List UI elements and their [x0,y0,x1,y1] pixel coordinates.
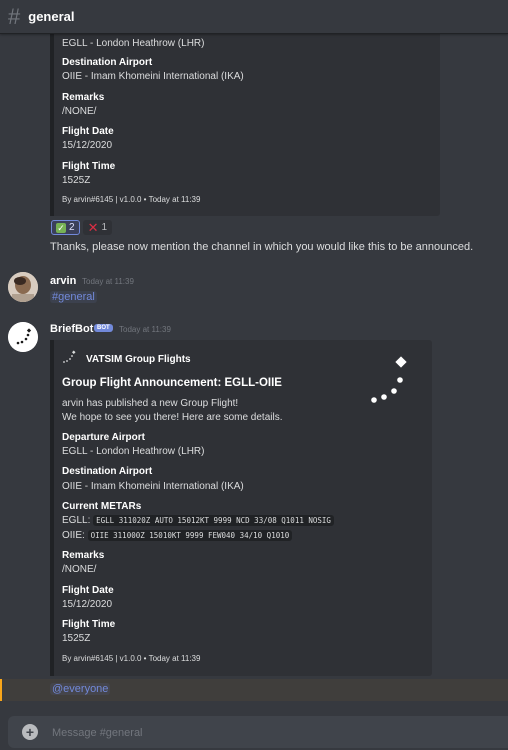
departure-value: EGLL - London Heathrow (LHR) [62,38,205,49]
flight-date-label: Flight Date [62,126,114,137]
flight-time-label: Flight Time [62,161,116,172]
metar-oiie-row: OIIE: OIIE 311000Z 15010KT 9999 FEW040 3… [62,530,293,541]
embed-footer: By arvin#6145 | v1.0.0 • Today at 11:39 [62,195,201,204]
flight-time-label: Flight Time [62,619,116,630]
destination-label: Destination Airport [62,466,153,477]
remarks-value: /NONE/ [62,564,97,575]
vatsim-logo-thumbnail [371,356,407,403]
flight-date-value: 15/12/2020 [62,140,113,151]
flight-time-value: 1525Z [62,633,91,644]
remarks-label: Remarks [62,550,105,561]
embed-footer: By arvin#6145 | v1.0.0 • Today at 11:39 [62,654,201,663]
metar-egll-label: EGLL: [62,515,91,526]
cross-mark-icon: ✕ [87,220,99,235]
channel-mention[interactable]: #general [50,291,97,303]
channel-name[interactable]: general [28,9,74,24]
flight-date-label: Flight Date [62,585,114,596]
bot-username[interactable]: BriefBot [50,323,93,335]
destination-label: Destination Airport [62,57,153,68]
message-input[interactable] [50,722,494,744]
flight-time-value: 1525Z [62,175,91,186]
bot-avatar[interactable] [8,322,38,352]
embed-author[interactable]: VATSIM Group Flights [86,354,191,365]
announcement-embed: VATSIM Group Flights Group Flight Announ… [50,340,432,676]
embed-description: arvin has published a new Group Flight! [62,398,239,409]
metar-egll-row: EGLL: EGLL 311020Z AUTO 15012KT 9999 NCD… [62,515,334,526]
check-mark-icon: ✓ [56,222,66,233]
everyone-message: @everyone [50,683,111,695]
embed-title: Group Flight Announcement: EGLL-OIIE [62,377,282,389]
channel-hash-icon: # [8,3,21,29]
metar-oiie: OIIE 311000Z 15010KT 9999 FEW040 34/10 Q… [87,530,293,541]
timestamp: Today at 11:39 [119,325,171,334]
bot-message-text: Thanks, please now mention the channel i… [50,241,474,253]
remarks-value: /NONE/ [62,106,97,117]
metar-oiie-label: OIIE: [62,530,85,541]
reaction-count: 1 [101,222,108,233]
departure-value: EGLL - London Heathrow (LHR) [62,446,205,457]
upload-plus-icon[interactable]: + [22,724,38,740]
embed-author-icon [63,350,76,363]
destination-value: OIIE - Imam Khomeini International (IKA) [62,71,244,82]
bot-tag: BOT [94,324,113,332]
username[interactable]: arvin [50,275,76,287]
channel-mention-message: #general [50,291,97,303]
departure-label: Departure Airport [62,432,145,443]
reaction-count: 2 [69,222,75,233]
reaction-check[interactable]: ✓ 2 [51,220,80,235]
reactions-bar: ✓ 2 ✕ 1 [51,220,113,235]
embed-description-2: We hope to see you there! Here are some … [62,412,283,423]
timestamp: Today at 11:39 [82,277,134,286]
metars-label: Current METARs [62,501,142,512]
flight-date-value: 15/12/2020 [62,599,113,610]
embed-previous: EGLL - London Heathrow (LHR) Destination… [50,20,440,216]
everyone-mention[interactable]: @everyone [50,683,111,695]
avatar[interactable] [8,272,38,302]
metar-egll: EGLL 311020Z AUTO 15012KT 9999 NCD 33/08… [93,515,334,526]
message-composer: + [8,716,508,748]
reaction-cross[interactable]: ✕ 1 [82,220,113,235]
destination-value: OIIE - Imam Khomeini International (IKA) [62,481,244,492]
remarks-label: Remarks [62,92,105,103]
channel-header: # general [0,0,508,34]
